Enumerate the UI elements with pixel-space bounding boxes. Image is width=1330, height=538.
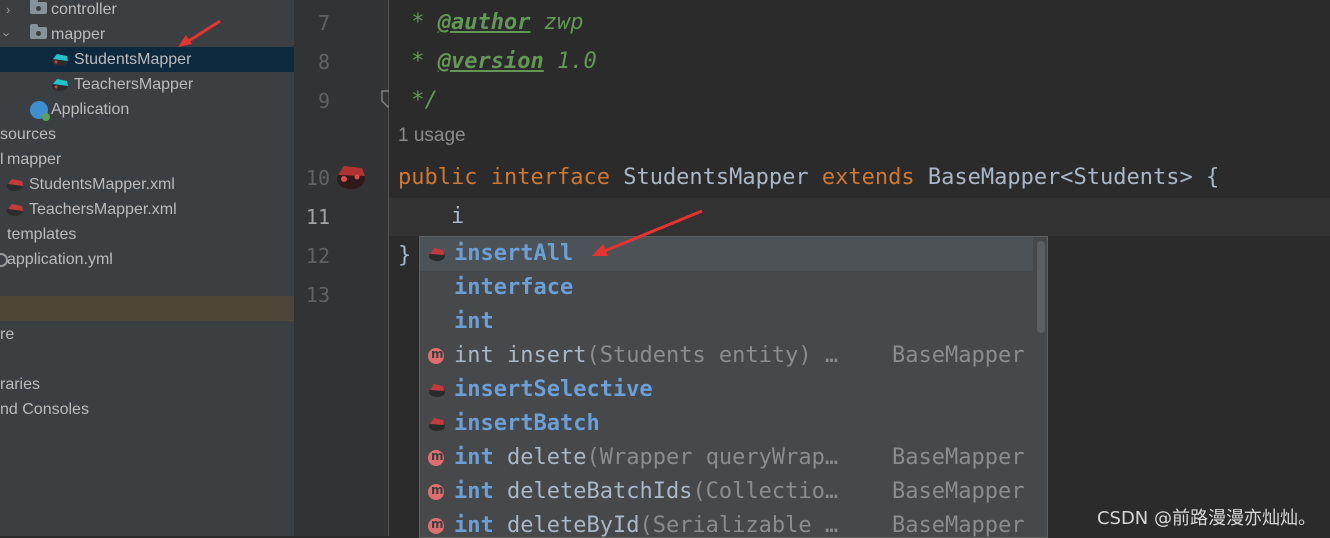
tree-item-folder[interactable]: [0, 347, 294, 372]
completion-item-deletebyid[interactable]: int deleteById(Serializable … BaseMapper: [420, 507, 1033, 537]
mybatis-interface-icon: [52, 79, 68, 91]
tree-item-application-yml[interactable]: application.yml: [0, 247, 294, 272]
mybatis-xml-icon: [7, 179, 23, 191]
code-line-7[interactable]: * @author zwp: [398, 4, 583, 42]
tree-item-resources[interactable]: sources: [0, 122, 294, 147]
mybatis-interface-icon: [52, 54, 68, 66]
tree-item-libraries[interactable]: raries: [0, 372, 294, 397]
line-number: 9: [317, 89, 330, 113]
tree-item-teachersmapper-xml[interactable]: TeachersMapper.xml: [0, 197, 294, 222]
completion-item-interface[interactable]: interface: [420, 271, 1033, 305]
tree-item-studentsmapper[interactable]: StudentsMapper: [0, 47, 294, 72]
tree-item-teachersmapper[interactable]: TeachersMapper: [0, 72, 294, 97]
mybatis-icon: [429, 384, 445, 397]
completion-item-insertselective[interactable]: insertSelective: [420, 373, 1033, 407]
method-icon: [428, 439, 444, 473]
completion-item-delete[interactable]: int delete(Wrapper queryWrap… BaseMapper: [420, 439, 1033, 475]
mybatis-icon: [429, 248, 445, 261]
line-number: 10: [305, 166, 330, 190]
chevron-down-icon[interactable]: ›: [0, 32, 20, 36]
package-folder-icon: [30, 0, 47, 14]
mybatis-icon: [429, 418, 445, 431]
red-arrow-icon: [178, 19, 221, 47]
chevron-right-icon[interactable]: ›: [6, 0, 10, 22]
spring-boot-app-icon: [30, 101, 50, 121]
code-completion-popup[interactable]: insertAll interface int int insert(Stude…: [419, 236, 1048, 538]
line-number: 8: [317, 50, 330, 74]
tree-item-highlighted[interactable]: [0, 296, 294, 321]
line-number: 7: [317, 11, 330, 35]
method-icon: [428, 473, 444, 507]
code-line-8[interactable]: * @version 1.0: [398, 43, 596, 81]
completion-item-insertbatch[interactable]: insertBatch: [420, 407, 1033, 441]
caret-row-highlight: [389, 198, 1330, 236]
tree-item-external[interactable]: re: [0, 322, 294, 347]
popup-scrollbar[interactable]: [1037, 241, 1045, 333]
line-number: 12: [305, 244, 330, 268]
tree-item-templates[interactable]: templates: [0, 222, 294, 247]
tree-item-mapper-resources[interactable]: l mapper: [0, 147, 294, 172]
code-line-12[interactable]: }: [398, 237, 411, 275]
tree-item-controller[interactable]: › controller: [0, 0, 294, 22]
usage-hint[interactable]: 1 usage: [398, 125, 466, 147]
completion-item-int[interactable]: int: [420, 305, 1033, 339]
project-tree: › controller › mapper StudentsMapper Tea…: [0, 0, 294, 536]
tree-item-scratches-consoles[interactable]: nd Consoles: [0, 397, 294, 422]
tree-item-studentsmapper-xml[interactable]: StudentsMapper.xml: [0, 172, 294, 197]
mybatis-xml-icon: [7, 204, 23, 216]
red-arrow-icon: [592, 209, 703, 256]
tree-item-application[interactable]: Application: [0, 97, 294, 122]
completion-item-insertall[interactable]: insertAll: [420, 237, 1033, 271]
csdn-watermark: CSDN @前路漫漫亦灿灿。: [1096, 508, 1316, 529]
line-number-current: 11: [305, 205, 330, 229]
completion-item-insert[interactable]: int insert(Students entity) … BaseMapper: [420, 337, 1033, 373]
package-folder-icon: [30, 24, 47, 39]
method-icon: [428, 507, 444, 537]
line-number: 13: [305, 283, 330, 307]
code-line-9[interactable]: */: [398, 82, 438, 120]
folder-icon-fragment: l: [0, 151, 4, 168]
code-line-10[interactable]: public interface StudentsMapper extends …: [398, 159, 1219, 197]
method-icon: [428, 337, 444, 371]
tree-item-mapper[interactable]: › mapper: [0, 22, 294, 47]
mybatis-gutter-icon[interactable]: [334, 162, 368, 192]
completion-item-deletebatchids[interactable]: int deleteBatchIds(Collectio… BaseMapper: [420, 473, 1033, 509]
code-line-11[interactable]: i: [398, 198, 464, 236]
